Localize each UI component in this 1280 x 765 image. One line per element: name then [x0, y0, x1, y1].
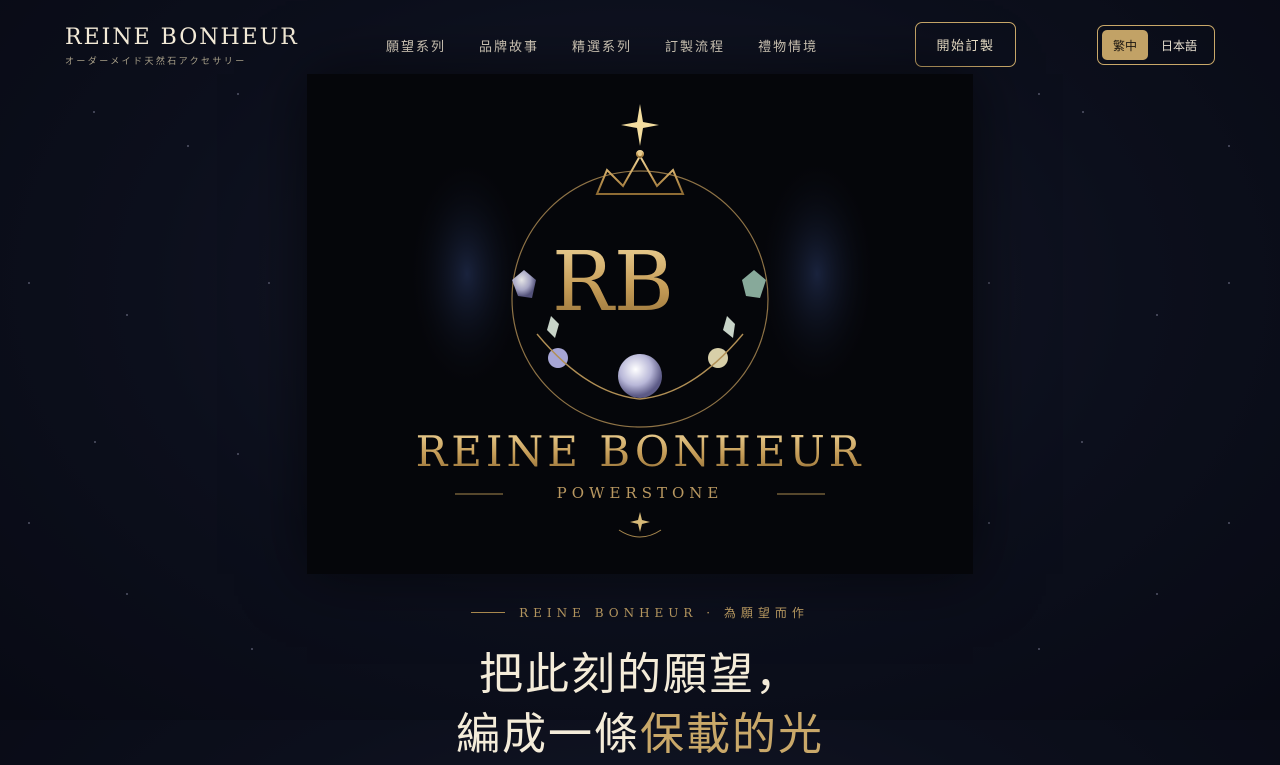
headline-line-2-a: 編成一條 [456, 709, 640, 760]
brand-name: REINE BONHEUR [65, 25, 299, 50]
main-nav: 願望系列 品牌故事 精選系列 訂製流程 禮物情境 [386, 36, 818, 55]
start-order-button[interactable]: 開始訂製 [915, 22, 1016, 67]
headline-line-2: 編成一條保載的光 [0, 705, 1280, 765]
headline-line-2-b: 保載的光 [640, 709, 824, 760]
hero-image: RB REINE BONHEUR POWERSTONE [307, 74, 973, 574]
tagline: REINE BONHEUR · 為願望而作 [0, 604, 1280, 621]
tagline-text: REINE BONHEUR · 為願望而作 [519, 606, 809, 620]
nav-item-gifts[interactable]: 禮物情境 [758, 36, 818, 55]
nav-item-brand-story[interactable]: 品牌故事 [479, 36, 539, 55]
nav-item-process[interactable]: 訂製流程 [665, 36, 725, 55]
nav-item-wishes[interactable]: 願望系列 [386, 36, 446, 55]
sparkle-icon [621, 104, 659, 146]
hero-sub-text: POWERSTONE [557, 484, 724, 502]
hero-brand-text: REINE BONHEUR [416, 427, 865, 476]
hero-headline: 把此刻的願望， 編成一條保載的光 [0, 645, 1280, 765]
monogram-r: RB [552, 235, 674, 330]
lang-option-ja[interactable]: 日本語 [1148, 30, 1210, 60]
brand-subtitle: オーダーメイド天然石アクセサリー [65, 57, 247, 67]
brand-logo[interactable]: REINE BONHEUR オーダーメイド天然石アクセサリー [65, 25, 299, 67]
language-switcher: 繁中 日本語 [1097, 25, 1215, 65]
headline-line-1: 把此刻的願望， [479, 649, 801, 700]
nav-item-featured[interactable]: 精選系列 [572, 36, 632, 55]
lang-option-zh-tw[interactable]: 繁中 [1102, 30, 1148, 60]
tagline-rule [471, 612, 506, 613]
rb-crest-logo: RB REINE BONHEUR POWERSTONE [407, 104, 877, 538]
